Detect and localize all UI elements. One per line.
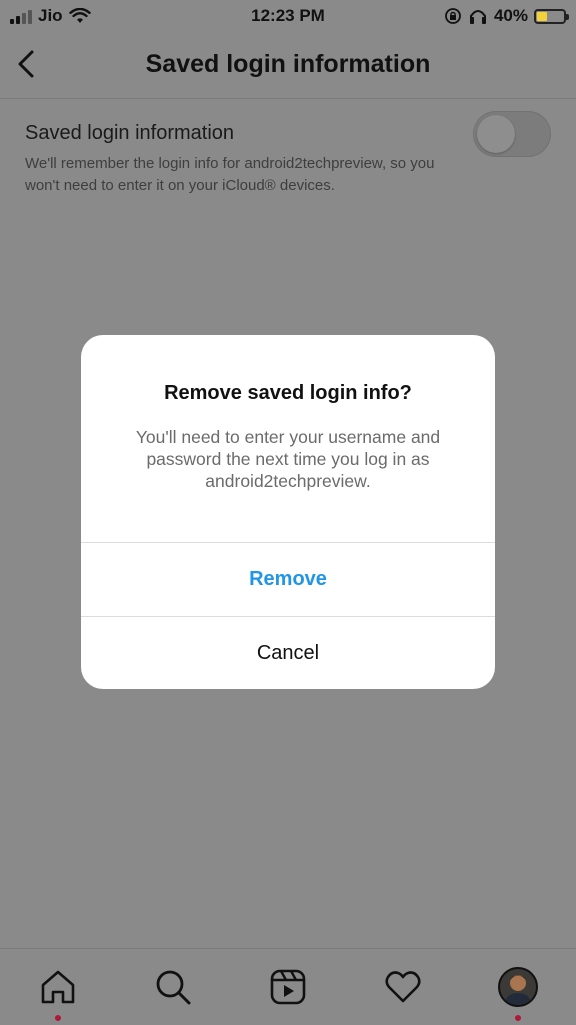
saved-login-setting: Saved login information We'll remember t… <box>25 122 465 197</box>
page-title: Saved login information <box>145 50 431 78</box>
remove-login-dialog: Remove saved login info? You'll need to … <box>81 335 495 689</box>
header: Saved login information <box>0 34 576 99</box>
rotation-lock-icon <box>445 8 461 24</box>
setting-description: We'll remember the login info for androi… <box>25 155 435 194</box>
setting-title: Saved login information <box>25 122 235 144</box>
cancel-button[interactable]: Cancel <box>81 617 495 689</box>
status-bar: Jio 12:23 PM 40% <box>0 0 576 34</box>
dialog-message: You'll need to enter your username and p… <box>135 427 441 491</box>
dialog-title: Remove saved login info? <box>164 382 412 404</box>
status-right: 40% <box>444 6 569 26</box>
home-icon <box>41 970 75 1004</box>
search-icon <box>156 970 191 1005</box>
bottom-nav <box>0 948 576 1025</box>
heart-icon <box>385 971 421 1003</box>
reels-icon <box>270 969 306 1005</box>
battery-percent: 40% <box>493 6 528 25</box>
nav-home[interactable] <box>36 965 80 1021</box>
profile-avatar <box>498 967 538 1007</box>
remove-button[interactable]: Remove <box>81 543 495 615</box>
nav-reels[interactable] <box>266 965 310 1009</box>
headphones-icon <box>469 10 486 24</box>
notification-dot <box>55 1015 61 1021</box>
nav-search[interactable] <box>151 965 195 1009</box>
saved-login-toggle[interactable] <box>473 111 551 157</box>
person-icon <box>500 969 536 1005</box>
battery-icon <box>534 8 569 24</box>
notification-dot <box>515 1015 521 1021</box>
nav-activity[interactable] <box>381 965 425 1009</box>
battery-level <box>537 11 547 21</box>
toggle-knob <box>477 115 515 153</box>
nav-profile[interactable] <box>496 965 540 1021</box>
